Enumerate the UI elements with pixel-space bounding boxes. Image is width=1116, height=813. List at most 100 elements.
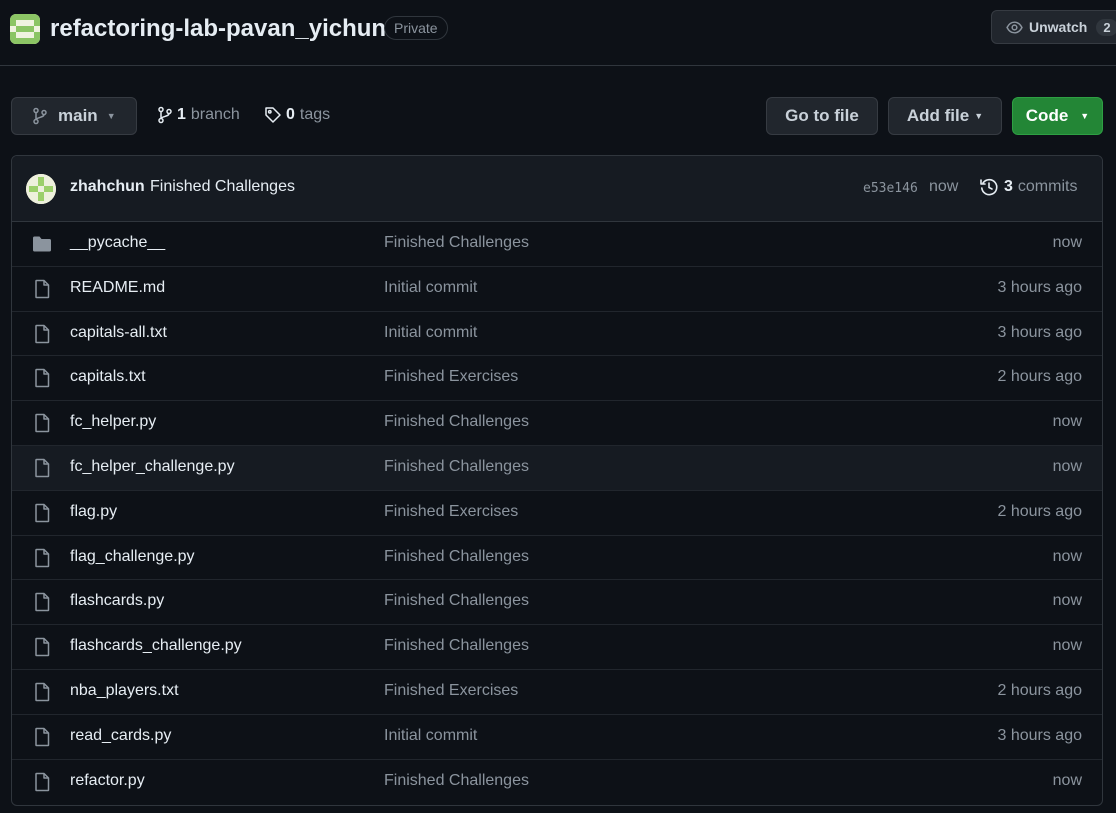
- file-name-link[interactable]: nba_players.txt: [70, 682, 179, 700]
- commit-author-link[interactable]: zhahchun: [70, 178, 145, 196]
- file-icon: [32, 772, 52, 792]
- file-row[interactable]: capitals.txt Finished Exercises 2 hours ag…: [12, 356, 1102, 402]
- file-row[interactable]: refactor.py Finished Challenges now: [12, 760, 1102, 805]
- file-commit-message-link[interactable]: Finished Challenges: [384, 592, 529, 610]
- commit-time: now: [929, 178, 959, 195]
- file-icon: [32, 682, 52, 702]
- file-commit-age: 3 hours ago: [997, 278, 1082, 296]
- commit-label: commits: [1017, 178, 1078, 195]
- go-to-file-label: Go to file: [785, 106, 859, 125]
- file-commit-message-link[interactable]: Finished Challenges: [384, 637, 529, 655]
- add-file-label: Add file: [906, 106, 970, 125]
- file-icon: [32, 503, 52, 523]
- file-row[interactable]: capitals-all.txt Initial commit 3 hours ag…: [12, 312, 1102, 357]
- file-icon: [32, 548, 52, 568]
- code-label: Code: [1025, 106, 1069, 125]
- chevron-down-icon: ▼: [106, 111, 116, 121]
- latest-commit-bar: zhahchun Finished Challenges e53e146 now…: [12, 156, 1102, 222]
- file-commit-message-link[interactable]: Finished Challenges: [384, 234, 529, 252]
- tags-link[interactable]: 0 tags: [264, 103, 330, 127]
- file-name-link[interactable]: capitals-all.txt: [70, 324, 167, 342]
- file-commit-age: now: [1052, 457, 1082, 475]
- avatar[interactable]: [26, 174, 56, 204]
- file-row[interactable]: fc_helper_challenge.py Finished Challenge…: [12, 445, 1102, 491]
- file-commit-age: 3 hours ago: [997, 726, 1082, 744]
- history-icon: [979, 177, 999, 197]
- chevron-down-icon: ▼: [1080, 111, 1090, 121]
- file-commit-message-link[interactable]: Initial commit: [384, 279, 477, 297]
- file-row[interactable]: README.md Initial commit 3 hours ago: [12, 267, 1102, 312]
- unwatch-button[interactable]: Unwatch 2: [991, 10, 1116, 44]
- file-commit-message-link[interactable]: Finished Challenges: [384, 548, 529, 566]
- branch-selector[interactable]: main ▼: [11, 97, 137, 135]
- commits-history-link[interactable]: 3 commits: [979, 177, 1077, 197]
- file-commit-age: 2 hours ago: [997, 368, 1082, 386]
- file-commit-message-link[interactable]: Finished Exercises: [384, 682, 518, 700]
- file-row[interactable]: __pycache__ Finished Challenges now: [12, 222, 1102, 267]
- repo-header: refactoring-lab-pavan_yichun Private Unw…: [0, 0, 1116, 66]
- file-commit-age: now: [1052, 547, 1082, 565]
- current-branch-label: main: [58, 106, 98, 125]
- file-icon: [32, 637, 52, 657]
- file-commit-message-link[interactable]: Initial commit: [384, 727, 477, 745]
- chevron-down-icon: ▼: [974, 111, 984, 121]
- branch-count: 1: [177, 106, 186, 123]
- file-name-link[interactable]: read_cards.py: [70, 727, 171, 745]
- file-icon: [32, 324, 52, 344]
- file-commit-age: now: [1052, 637, 1082, 655]
- eye-icon: [1006, 19, 1023, 36]
- file-icon: [32, 458, 52, 478]
- file-commit-message-link[interactable]: Finished Challenges: [384, 413, 529, 431]
- file-row[interactable]: fc_helper.py Finished Challenges now: [12, 401, 1102, 446]
- branches-link[interactable]: 1 branch: [157, 103, 240, 127]
- file-name-link[interactable]: flashcards.py: [70, 592, 164, 610]
- file-name-link[interactable]: fc_helper.py: [70, 413, 156, 431]
- file-commit-age: now: [1052, 592, 1082, 610]
- file-icon: [32, 368, 52, 388]
- go-to-file-button[interactable]: Go to file: [766, 97, 878, 135]
- file-commit-message-link[interactable]: Initial commit: [384, 324, 477, 342]
- file-list: __pycache__ Finished Challenges now README.…: [12, 222, 1102, 804]
- file-name-link[interactable]: flashcards_challenge.py: [70, 637, 242, 655]
- file-row[interactable]: flag_challenge.py Finished Challenges now: [12, 536, 1102, 581]
- repo-name-link[interactable]: refactoring-lab-pavan_yichun: [50, 14, 386, 44]
- file-commit-age: now: [1052, 413, 1082, 431]
- file-icon: [32, 279, 52, 299]
- file-row[interactable]: flashcards_challenge.py Finished Challeng…: [12, 625, 1102, 670]
- file-name-link[interactable]: flag_challenge.py: [70, 548, 195, 566]
- file-row[interactable]: nba_players.txt Finished Exercises 2 hours…: [12, 670, 1102, 715]
- file-name-link[interactable]: refactor.py: [70, 772, 145, 790]
- file-commit-age: 2 hours ago: [997, 681, 1082, 699]
- commit-count: 3: [1004, 178, 1013, 195]
- tag-label: tags: [299, 106, 331, 123]
- add-file-button[interactable]: Add file ▼: [888, 97, 1002, 135]
- file-name-link[interactable]: fc_helper_challenge.py: [70, 458, 235, 476]
- file-row[interactable]: read_cards.py Initial commit 3 hours ago: [12, 715, 1102, 760]
- code-button[interactable]: Code ▼: [1012, 97, 1103, 135]
- file-commit-message-link[interactable]: Finished Challenges: [384, 458, 529, 476]
- file-icon: [32, 413, 52, 433]
- tag-count: 0: [286, 106, 295, 123]
- branch-icon: [32, 107, 48, 125]
- file-commit-message-link[interactable]: Finished Exercises: [384, 368, 518, 386]
- commit-message-link[interactable]: Finished Challenges: [150, 178, 295, 196]
- commit-sha-link[interactable]: e53e146: [863, 181, 918, 196]
- tag-icon: [264, 106, 282, 124]
- unwatch-label: Unwatch: [1029, 19, 1088, 35]
- file-name-link[interactable]: flag.py: [70, 503, 117, 521]
- file-name-link[interactable]: README.md: [70, 279, 165, 297]
- file-name-link[interactable]: capitals.txt: [70, 368, 146, 386]
- branch-icon: [157, 106, 173, 124]
- file-row[interactable]: flag.py Finished Exercises 2 hours ago: [12, 491, 1102, 536]
- file-name-link[interactable]: __pycache__: [70, 234, 165, 252]
- watchers-count: 2: [1096, 18, 1116, 36]
- file-icon: [32, 592, 52, 612]
- repo-owner-avatar[interactable]: [10, 14, 40, 44]
- file-browser: zhahchun Finished Challenges e53e146 now…: [11, 155, 1103, 806]
- file-commit-age: now: [1052, 771, 1082, 789]
- file-commit-age: now: [1052, 234, 1082, 251]
- file-commit-message-link[interactable]: Finished Exercises: [384, 503, 518, 521]
- branch-label: branch: [190, 106, 240, 123]
- file-commit-message-link[interactable]: Finished Challenges: [384, 772, 529, 790]
- file-row[interactable]: flashcards.py Finished Challenges now: [12, 580, 1102, 626]
